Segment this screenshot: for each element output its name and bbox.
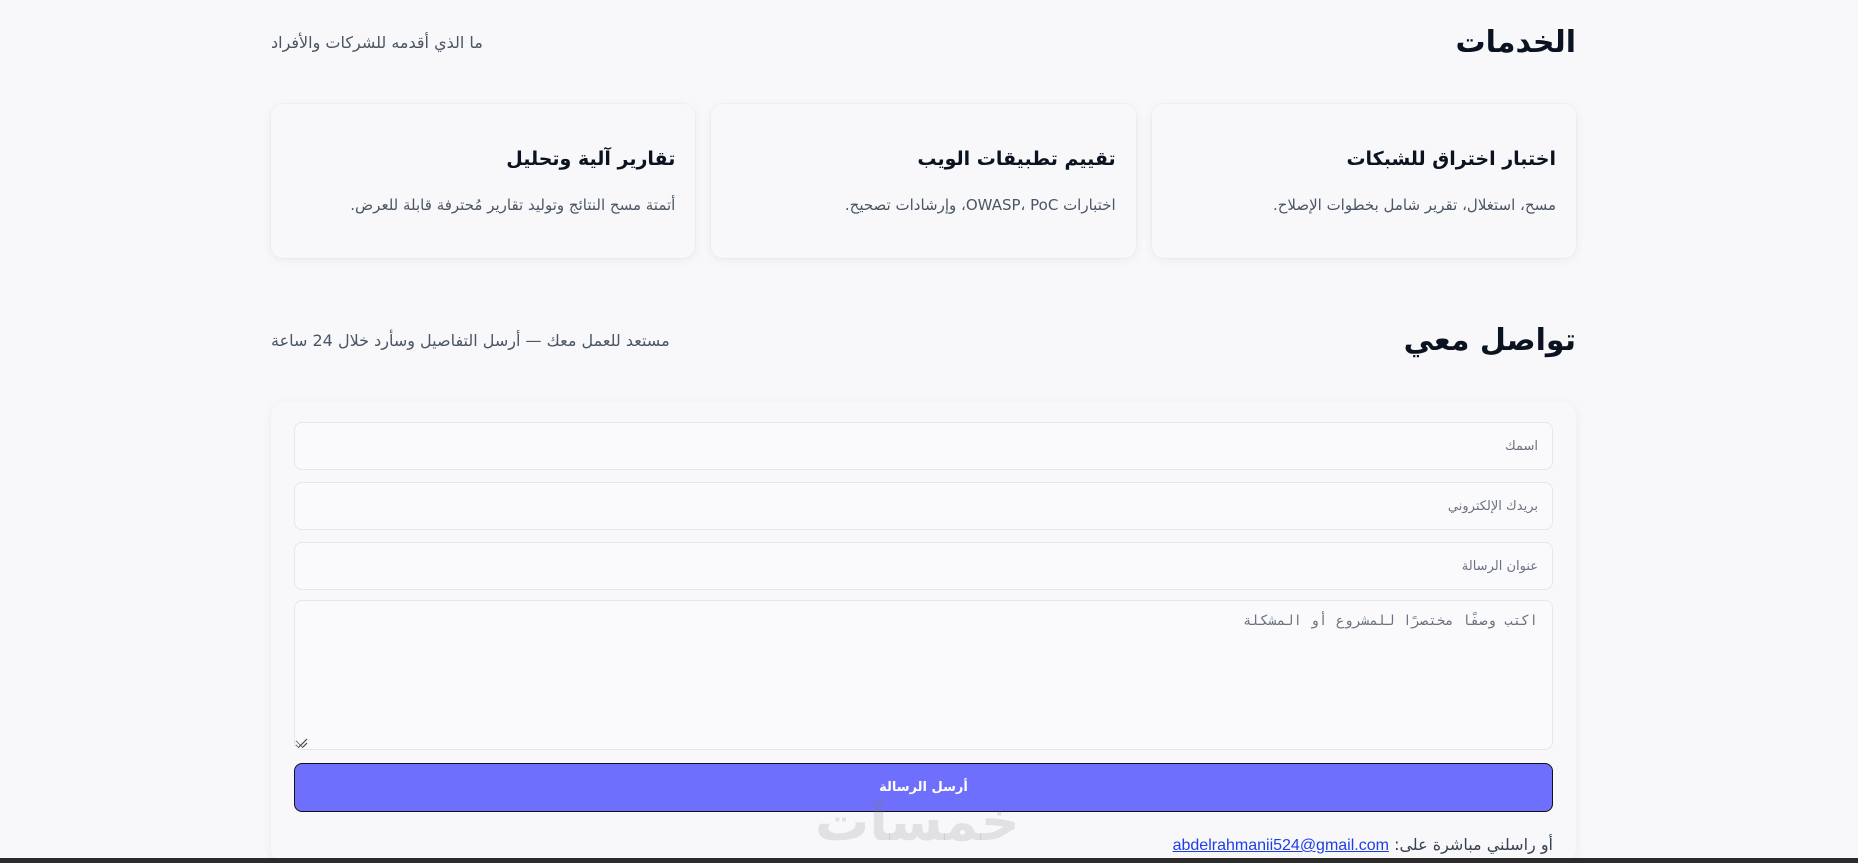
resize-handle-icon[interactable] xyxy=(298,738,308,748)
service-card-web-assessment: تقييم تطبيقات الويب اختبارات OWASP، PoC،… xyxy=(711,104,1136,258)
contact-form: أرسل الرسالة أو راسلني مباشرة على: abdel… xyxy=(271,402,1576,863)
service-card-description: اختبارات OWASP، PoC، وإرشادات تصحيح. xyxy=(844,196,1116,214)
email-link[interactable]: abdelrahmanii524@gmail.com xyxy=(1173,837,1389,854)
service-card-description: مسح، استغلال، تقرير شامل بخطوات الإصلاح. xyxy=(1272,196,1556,214)
send-message-button[interactable]: أرسل الرسالة xyxy=(294,763,1553,812)
service-card-description: أتمتة مسح النتائج وتوليد تقارير مُحترفة … xyxy=(350,196,676,214)
service-card-title: اختبار اختراق للشبكات xyxy=(1346,148,1556,170)
subject-input[interactable] xyxy=(294,542,1553,590)
service-card-automated-reports: تقارير آلية وتحليل أتمتة مسح النتائج وتو… xyxy=(271,104,696,258)
services-cards: اختبار اختراق للشبكات مسح، استغلال، تقري… xyxy=(271,104,1576,258)
services-title: الخدمات xyxy=(1455,24,1576,60)
services-subtitle: ما الذي أقدمه للشركات والأفراد xyxy=(271,32,483,52)
name-input[interactable] xyxy=(294,422,1553,470)
service-card-title: تقارير آلية وتحليل xyxy=(506,148,676,170)
service-card-title: تقييم تطبيقات الويب xyxy=(917,148,1116,170)
direct-contact: أو راسلني مباشرة على: abdelrahmanii524@g… xyxy=(1173,835,1553,855)
direct-contact-label: أو راسلني مباشرة على: xyxy=(1394,835,1553,854)
service-card-network-pentest: اختبار اختراق للشبكات مسح، استغلال، تقري… xyxy=(1151,104,1576,258)
contact-subtitle: مستعد للعمل معك — أرسل التفاصيل وسأرد خل… xyxy=(271,330,670,350)
contact-title: تواصل معي xyxy=(1403,322,1576,358)
contact-header: تواصل معي مستعد للعمل معك — أرسل التفاصي… xyxy=(271,320,1576,360)
message-textarea[interactable] xyxy=(294,600,1553,750)
email-input[interactable] xyxy=(294,482,1553,530)
bottom-bar xyxy=(0,858,1858,863)
services-header: الخدمات ما الذي أقدمه للشركات والأفراد xyxy=(271,22,1576,62)
